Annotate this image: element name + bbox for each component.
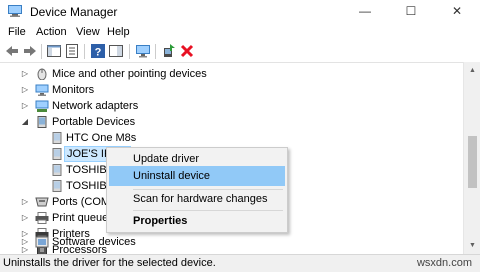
tree-item-software-devices[interactable]: ▷ Software devices — [0, 234, 463, 250]
print-queue-icon — [35, 212, 49, 224]
toolbar-separator — [41, 44, 42, 59]
expand-arrow-icon[interactable]: ▷ — [20, 210, 30, 226]
menu-bar: File Action View Help — [0, 23, 480, 42]
scrollbar-thumb[interactable] — [468, 136, 477, 188]
properties-icon[interactable] — [64, 43, 80, 59]
title-bar: Device Manager — ☐ ✕ — [0, 0, 480, 23]
expand-arrow-icon[interactable]: ▷ — [20, 234, 30, 250]
scan-hardware-icon[interactable] — [161, 43, 177, 59]
expand-arrow-icon[interactable]: ▷ — [20, 82, 30, 98]
show-hide-console-tree-icon[interactable] — [46, 43, 62, 59]
toolbar-separator — [84, 44, 85, 59]
context-menu: Update driver Uninstall device Scan for … — [106, 147, 288, 233]
scroll-up-arrow-icon[interactable]: ▲ — [464, 62, 480, 79]
tree-item-label: Mice and other pointing devices — [52, 68, 207, 80]
status-text: Uninstalls the driver for the selected d… — [3, 257, 216, 269]
menu-view[interactable]: View — [76, 26, 100, 38]
menu-file[interactable]: File — [8, 26, 26, 38]
toolbar-separator — [129, 44, 130, 59]
ports-icon — [35, 197, 49, 207]
portable-devices-icon — [37, 116, 47, 128]
portable-device-icon — [52, 148, 62, 160]
tree-item-label: Monitors — [52, 84, 95, 96]
toolbar-separator — [155, 44, 156, 59]
tree-item-network-adapters[interactable]: ▷ Network adapters — [0, 98, 463, 114]
window-title: Device Manager — [30, 5, 118, 19]
tree-item-mice[interactable]: ▷ Mice and other pointing devices — [0, 66, 463, 82]
expand-arrow-icon[interactable]: ▷ — [20, 194, 30, 210]
software-device-icon — [35, 236, 49, 248]
svg-text:?: ? — [95, 47, 102, 59]
context-scan-hardware-changes[interactable]: Scan for hardware changes — [109, 189, 285, 209]
device-manager-icon — [8, 5, 22, 17]
monitor-icon[interactable] — [135, 43, 151, 59]
portable-device-icon — [52, 164, 62, 176]
expand-arrow-icon[interactable]: ▷ — [20, 98, 30, 114]
mouse-icon — [37, 68, 47, 80]
close-button[interactable]: ✕ — [434, 0, 480, 23]
help-icon[interactable]: ? — [90, 43, 106, 59]
toolbar: ? — [0, 42, 480, 62]
menu-action[interactable]: Action — [36, 26, 67, 38]
collapse-arrow-icon[interactable]: ◢ — [20, 114, 30, 130]
watermark: wsxdn.com — [416, 257, 472, 269]
tree-item-label: Software devices — [52, 236, 136, 248]
context-uninstall-device[interactable]: Uninstall device — [109, 166, 285, 186]
tree-item-portable-devices[interactable]: ◢ Portable Devices — [0, 114, 463, 130]
tree-item-label: Portable Devices — [52, 116, 136, 128]
portable-device-icon — [52, 180, 62, 192]
tree-item-label: Network adapters — [52, 100, 139, 112]
tree-item-label: HTC One M8s — [66, 132, 137, 144]
maximize-button[interactable]: ☐ — [388, 0, 434, 23]
back-icon[interactable] — [4, 43, 20, 59]
minimize-button[interactable]: — — [342, 0, 388, 23]
context-properties[interactable]: Properties — [109, 211, 285, 231]
network-adapter-icon — [35, 100, 49, 112]
tree-item-htc-one-m8s[interactable]: HTC One M8s — [0, 130, 463, 146]
status-bar: Uninstalls the driver for the selected d… — [0, 254, 480, 272]
scroll-down-arrow-icon[interactable]: ▼ — [464, 237, 480, 254]
menu-help[interactable]: Help — [107, 26, 130, 38]
action-pane-icon[interactable] — [108, 43, 124, 59]
vertical-scrollbar[interactable]: ▲ ▼ — [463, 62, 480, 254]
expand-arrow-icon[interactable]: ▷ — [20, 66, 30, 82]
uninstall-icon[interactable] — [179, 43, 195, 59]
forward-icon[interactable] — [22, 43, 38, 59]
tree-item-monitors[interactable]: ▷ Monitors — [0, 82, 463, 98]
portable-device-icon — [52, 132, 62, 144]
monitor-icon — [35, 84, 49, 96]
